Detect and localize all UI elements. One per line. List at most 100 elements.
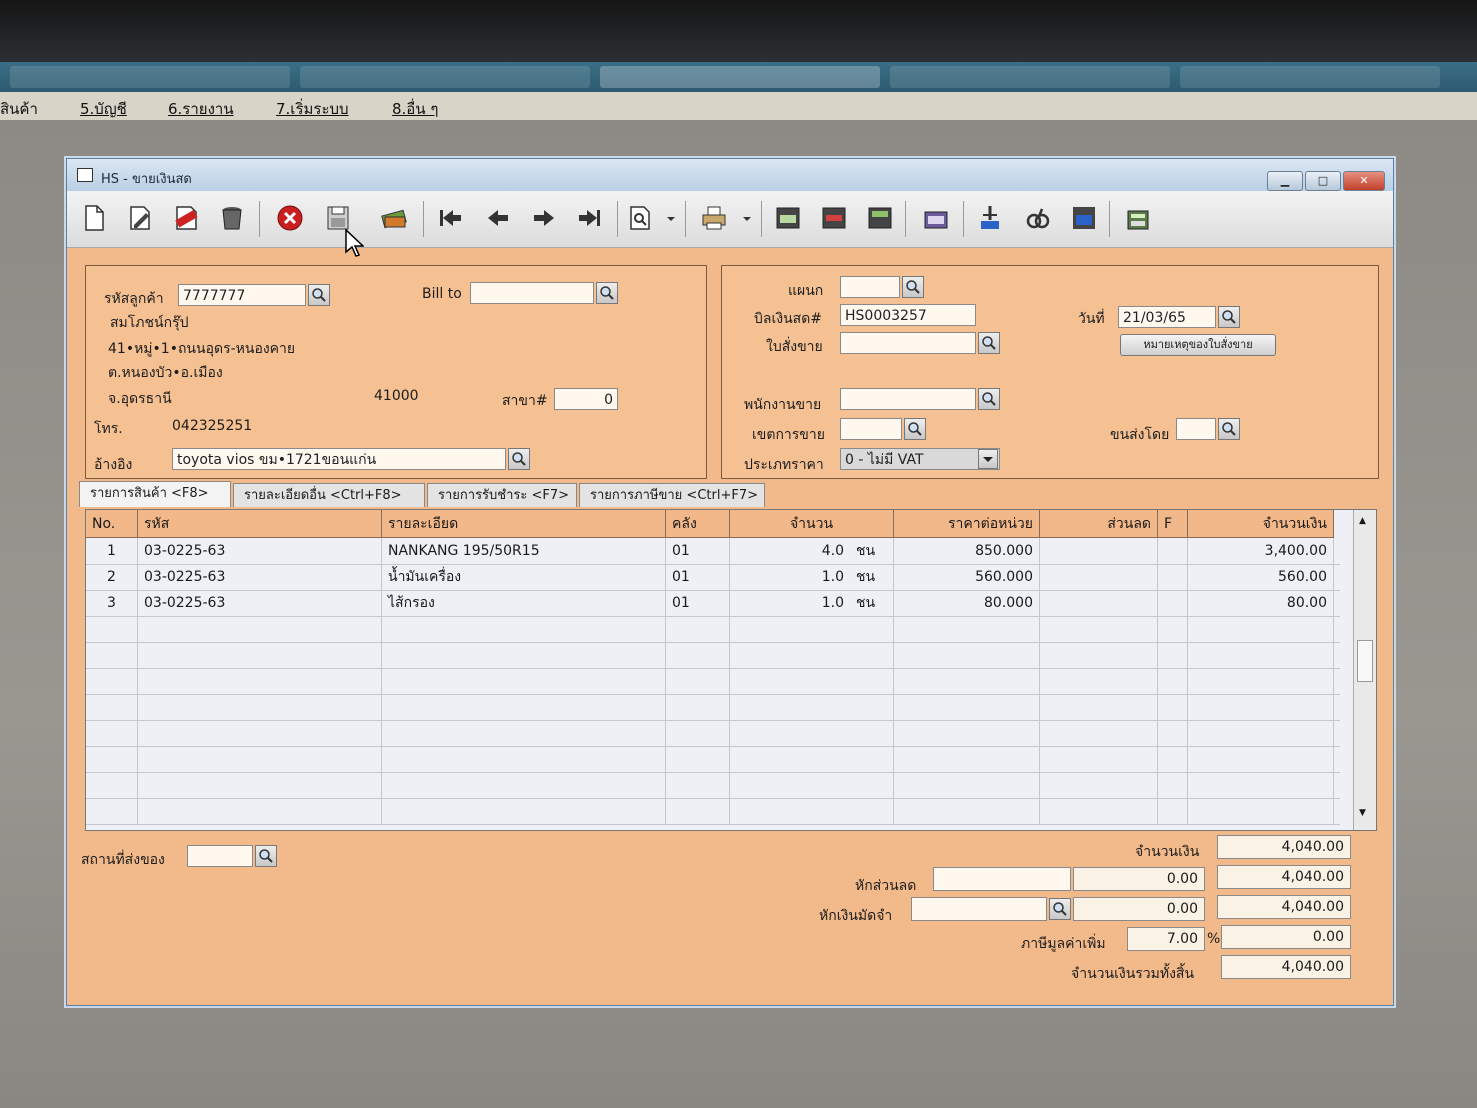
- cell-price[interactable]: [894, 642, 1040, 668]
- ship-place-search-icon[interactable]: [255, 845, 277, 867]
- chevron-down-icon[interactable]: [978, 449, 998, 469]
- empty-table-row[interactable]: [86, 746, 1340, 773]
- bill-to-field[interactable]: [470, 282, 594, 304]
- prev-record-icon[interactable]: [481, 201, 515, 235]
- calc-icon[interactable]: [1121, 201, 1155, 235]
- browser-tab[interactable]: [10, 66, 290, 88]
- department-search-icon[interactable]: [902, 276, 924, 298]
- empty-table-row[interactable]: [86, 694, 1340, 721]
- cell-f[interactable]: [1158, 668, 1188, 694]
- cell-wh[interactable]: 01: [666, 590, 730, 616]
- cell-amount[interactable]: [1188, 694, 1334, 720]
- browser-tab[interactable]: [890, 66, 1170, 88]
- cell-f[interactable]: [1158, 616, 1188, 642]
- sale-icon[interactable]: [863, 201, 897, 235]
- cell-code[interactable]: [138, 746, 382, 772]
- cell-disc[interactable]: [1040, 616, 1158, 642]
- scroll-down-icon[interactable]: ▼: [1359, 808, 1366, 818]
- cell-desc[interactable]: น้ำมันเครื่อง: [382, 564, 666, 590]
- cell-f[interactable]: [1158, 746, 1188, 772]
- cell-no[interactable]: 3: [86, 590, 138, 616]
- department-field[interactable]: [840, 276, 900, 298]
- cell-disc[interactable]: [1040, 642, 1158, 668]
- cell-unit[interactable]: [850, 798, 894, 824]
- cell-unit[interactable]: [850, 720, 894, 746]
- cell-no[interactable]: [86, 746, 138, 772]
- cell-wh[interactable]: 01: [666, 564, 730, 590]
- cell-code[interactable]: [138, 772, 382, 798]
- cell-price[interactable]: [894, 694, 1040, 720]
- bill-number-field[interactable]: HS0003257: [840, 304, 976, 326]
- ok-icon[interactable]: [1067, 201, 1101, 235]
- cell-disc[interactable]: [1040, 590, 1158, 616]
- grid-scrollbar[interactable]: ▲ ▼: [1353, 510, 1376, 830]
- empty-table-row[interactable]: [86, 772, 1340, 799]
- cell-wh[interactable]: 01: [666, 538, 730, 564]
- cell-disc[interactable]: [1040, 564, 1158, 590]
- cell-wh[interactable]: [666, 798, 730, 824]
- cell-wh[interactable]: [666, 772, 730, 798]
- cell-desc[interactable]: ไส้กรอง: [382, 590, 666, 616]
- browser-tab[interactable]: [300, 66, 590, 88]
- cell-price[interactable]: 560.000: [894, 564, 1040, 590]
- tab-other-details[interactable]: รายละเอียดอื่น <Ctrl+F8>: [233, 483, 425, 507]
- sales-area-search-icon[interactable]: [904, 418, 926, 440]
- cell-price[interactable]: [894, 616, 1040, 642]
- cell-code[interactable]: 03-0225-63: [138, 590, 382, 616]
- cell-price[interactable]: [894, 746, 1040, 772]
- cell-price[interactable]: 80.000: [894, 590, 1040, 616]
- cell-disc[interactable]: [1040, 668, 1158, 694]
- find-icon[interactable]: [623, 201, 657, 235]
- scroll-thumb[interactable]: [1357, 640, 1373, 682]
- cell-desc[interactable]: [382, 694, 666, 720]
- print-icon[interactable]: [697, 201, 731, 235]
- browser-tab[interactable]: [1180, 66, 1440, 88]
- cell-qty[interactable]: [730, 798, 850, 824]
- cell-no[interactable]: 1: [86, 538, 138, 564]
- cell-code[interactable]: [138, 720, 382, 746]
- table-row[interactable]: 2 03-0225-63 น้ำมันเครื่อง 01 1.0 ชน 560.000 56…: [86, 564, 1340, 591]
- cell-code[interactable]: [138, 642, 382, 668]
- cell-desc[interactable]: NANKANG 195/50R15: [382, 538, 666, 564]
- date-picker-icon[interactable]: [1218, 306, 1240, 328]
- cell-disc[interactable]: [1040, 720, 1158, 746]
- cell-unit[interactable]: [850, 668, 894, 694]
- sales-order-field[interactable]: [840, 332, 976, 354]
- cell-qty[interactable]: [730, 668, 850, 694]
- cell-amount[interactable]: [1188, 772, 1334, 798]
- cell-amount[interactable]: 560.00: [1188, 564, 1334, 590]
- cell-f[interactable]: [1158, 564, 1188, 590]
- column-header-quantity[interactable]: จำนวน: [730, 510, 894, 538]
- cell-disc[interactable]: [1040, 772, 1158, 798]
- approve-icon[interactable]: [973, 201, 1007, 235]
- cell-no[interactable]: [86, 694, 138, 720]
- table-row[interactable]: 3 03-0225-63 ไส้กรอง 01 1.0 ชน 80.000 80.00: [86, 590, 1340, 617]
- tab-payments[interactable]: รายการรับชำระ <F7>: [427, 483, 577, 507]
- customer-code-field[interactable]: 7777777: [178, 284, 306, 306]
- tab-items[interactable]: รายการสินค้า <F8>: [79, 481, 231, 507]
- cell-wh[interactable]: [666, 720, 730, 746]
- print-dropdown-icon[interactable]: [739, 201, 755, 235]
- date-field[interactable]: 21/03/65: [1118, 306, 1216, 328]
- cell-no[interactable]: [86, 798, 138, 824]
- find-dropdown-icon[interactable]: [663, 201, 679, 235]
- cell-f[interactable]: [1158, 642, 1188, 668]
- cell-amount[interactable]: 80.00: [1188, 590, 1334, 616]
- first-record-icon[interactable]: [433, 201, 467, 235]
- ship-place-field[interactable]: [187, 845, 253, 867]
- discount-field[interactable]: 0.00: [1073, 867, 1205, 891]
- cell-code[interactable]: 03-0225-63: [138, 564, 382, 590]
- cell-amount[interactable]: [1188, 746, 1334, 772]
- cell-qty[interactable]: [730, 746, 850, 772]
- customer-search-icon[interactable]: [308, 284, 330, 306]
- cancel-icon[interactable]: [273, 201, 307, 235]
- column-header-warehouse[interactable]: คลัง: [666, 510, 730, 538]
- empty-table-row[interactable]: [86, 798, 1340, 825]
- cell-f[interactable]: [1158, 694, 1188, 720]
- cell-wh[interactable]: [666, 746, 730, 772]
- cell-f[interactable]: [1158, 720, 1188, 746]
- void-icon[interactable]: [169, 201, 203, 235]
- cell-amount[interactable]: [1188, 798, 1334, 824]
- cell-unit[interactable]: [850, 616, 894, 642]
- new-doc-icon[interactable]: [77, 201, 111, 235]
